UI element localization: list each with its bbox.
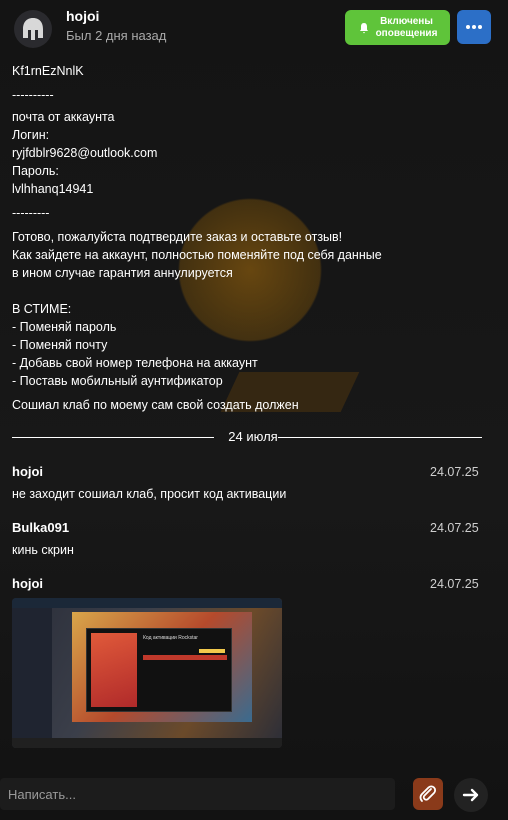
message-input[interactable] [0,778,395,810]
post-date: 24.07.25 [430,465,479,479]
screenshot-error-bar [143,655,227,660]
message-line: почта от аккаунта [12,110,115,124]
message-line: lvlhhanq14941 [12,182,94,196]
date-divider: 24 июля [12,428,482,446]
notifications-label: Включены оповещения [375,15,438,39]
date-divider-label: 24 июля [228,429,278,444]
message-composer [0,778,395,810]
screenshot-sidebar [12,608,52,738]
message-line: ---------- [12,88,54,102]
avatar-helmet-icon [23,18,43,40]
bell-icon [359,22,368,33]
message-line: --------- [12,206,50,220]
more-options-button[interactable] [457,10,491,44]
divider-line [278,437,482,438]
screenshot-dialog-title: Код активации Rockstar [143,635,198,641]
post-date: 24.07.25 [430,521,479,535]
chat-username[interactable]: hojoi [66,8,99,24]
screenshot-taskbar [12,738,282,748]
screenshot-poster [91,633,137,707]
notifications-toggle-button[interactable]: Включены оповещения [345,10,450,45]
message-line: Как зайдете на аккаунт, полностью поменя… [12,248,382,262]
avatar[interactable] [14,10,52,48]
message-line: - Поменяй пароль [12,320,117,334]
post-author[interactable]: hojoi [12,464,43,479]
more-dots-icon [466,25,482,29]
paperclip-icon [419,785,437,802]
attach-button[interactable] [413,778,443,810]
last-seen-status: Был 2 дня назад [66,28,167,43]
arrow-right-icon [462,788,479,802]
message-line: в ином случае гарантия аннулируется [12,266,233,280]
attached-screenshot[interactable]: Код активации Rockstar [12,598,282,748]
screenshot-button [199,649,225,653]
message-line: ryjfdblr9628@outlook.com [12,146,158,160]
message-line: Готово, пожалуйста подтвердите заказ и о… [12,230,343,244]
message-line: - Поменяй почту [12,338,108,352]
message-line: Пароль: [12,164,59,178]
message-line: Kf1rnEzNnlK [12,64,84,78]
send-button[interactable] [454,778,488,812]
screenshot-topbar [12,598,282,608]
screenshot-activation-dialog: Код активации Rockstar [86,628,232,712]
message-line: В СТИМЕ: [12,302,72,316]
message-line: Сошиал клаб по моему сам свой создать до… [12,398,299,412]
message-line: - Поставь мобильный аунтификатор [12,374,223,388]
message-line: - Добавь свой номер телефона на аккаунт [12,356,258,370]
chat-header: hojoi Был 2 дня назад Включены оповещени… [0,0,508,60]
divider-line [12,437,214,438]
post-author[interactable]: hojoi [12,576,43,591]
message-line: Логин: [12,128,50,142]
post-author[interactable]: Bulka091 [12,520,69,535]
post-date: 24.07.25 [430,577,479,591]
post-text: кинь скрин [12,543,74,557]
post-text: не заходит сошиал клаб, просит код актив… [12,487,287,501]
